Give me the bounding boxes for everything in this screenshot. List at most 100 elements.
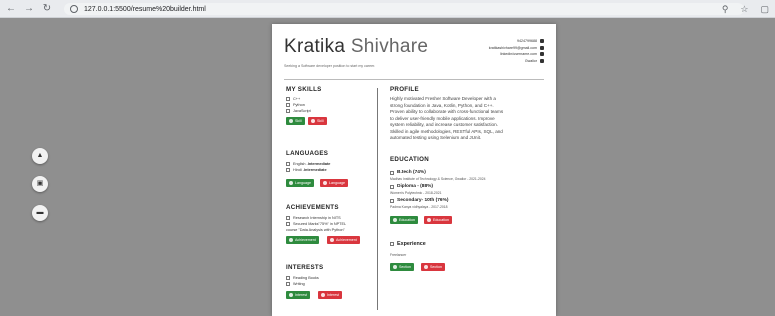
degree-text[interactable]: B.tech (74%) <box>397 170 426 175</box>
plus-icon <box>393 218 397 222</box>
contact-location: Gwalior <box>489 58 544 65</box>
save-icon[interactable]: ▣ <box>32 176 48 192</box>
extensions-icon[interactable]: ▢ <box>760 3 769 15</box>
education-detail[interactable]: Madhav Institute of Technology & Science… <box>390 177 486 181</box>
resume-header: Kratika Shivhare Seeking a Software deve… <box>284 34 544 80</box>
plus-icon <box>289 238 293 242</box>
education-degree: Diploma - (88%) <box>390 184 433 189</box>
browser-toolbar: ← → ↻ 127.0.0.1:5500/resume%20builder.ht… <box>0 0 775 18</box>
languages-title: LANGUAGES <box>286 150 329 157</box>
print-icon[interactable]: ▬ <box>32 205 48 221</box>
add-achievement-button[interactable]: Achievement <box>286 236 319 244</box>
checkbox[interactable] <box>286 222 290 226</box>
checkbox[interactable] <box>286 216 290 220</box>
language-item: English - Intermediate <box>286 162 330 166</box>
tagline[interactable]: Seeking a Software developer position to… <box>284 64 375 68</box>
add-education-button[interactable]: Education <box>390 216 418 224</box>
minus-icon <box>330 238 334 242</box>
education-title: EDUCATION <box>390 156 430 163</box>
degree-text[interactable]: Diploma - (88%) <box>397 184 433 189</box>
achievement-text[interactable]: Secured Marks"75%" in NPTEL <box>293 222 346 226</box>
education-detail[interactable]: Padma Kanya vidhyalaya - 2017-2018 <box>390 205 448 209</box>
achievement-text[interactable]: course "Data Analysis with Python" <box>286 228 345 232</box>
button-label: Education <box>433 218 449 222</box>
interest-text[interactable]: Writing <box>293 282 305 286</box>
skill-text[interactable]: JavaScript <box>293 109 311 113</box>
checkbox[interactable] <box>390 184 394 189</box>
phone-text[interactable]: 9424799688 <box>517 39 537 43</box>
add-interest-button[interactable]: Interest <box>286 291 310 299</box>
plus-icon <box>289 181 293 185</box>
address-bar[interactable]: 127.0.0.1:5500/resume%20builder.html <box>64 3 744 15</box>
checkbox[interactable] <box>286 276 290 280</box>
skill-item: JavaScript <box>286 109 311 113</box>
skill-text[interactable]: C++ <box>293 97 300 101</box>
language-level[interactable]: Intermediate <box>304 168 327 172</box>
minus-icon <box>321 293 325 297</box>
remove-section-button[interactable]: Section <box>421 263 445 271</box>
site-info-icon[interactable] <box>70 5 78 13</box>
education-detail[interactable]: Women's Polytechnic - 2018-2021 <box>390 191 441 195</box>
button-label: Skill <box>317 119 324 123</box>
reload-icon[interactable]: ↻ <box>40 2 54 16</box>
achievement-item: Secured Marks"75%" in NPTEL <box>286 222 346 226</box>
contact-phone: 9424799688 <box>489 38 544 45</box>
language-name[interactable]: Hindi - <box>293 168 304 172</box>
degree-text[interactable]: Secondary- 10th (76%) <box>397 198 448 203</box>
location-text[interactable]: Gwalior <box>525 59 537 63</box>
back-icon[interactable]: ← <box>4 2 18 16</box>
mail-icon <box>540 45 544 50</box>
skills-title: MY SKILLS <box>286 86 322 93</box>
contact-linkedin: linkedin/username.com <box>489 51 544 58</box>
button-label: Section <box>399 265 411 269</box>
location-pin-icon <box>540 58 544 63</box>
language-item: Hindi - Intermediate <box>286 168 327 172</box>
interest-text[interactable]: Reading Books <box>293 276 319 280</box>
checkbox[interactable] <box>390 170 394 175</box>
url-text: 127.0.0.1:5500/resume%20builder.html <box>84 5 206 13</box>
achievement-item-cont: course "Data Analysis with Python" <box>286 228 345 232</box>
checkbox[interactable] <box>390 198 394 203</box>
checkbox[interactable] <box>286 103 290 107</box>
button-label: Education <box>399 218 415 222</box>
checkbox[interactable] <box>286 109 290 113</box>
achievement-text[interactable]: Research Internship in NITS <box>293 216 341 220</box>
checkbox[interactable] <box>286 168 290 172</box>
button-label: Skill <box>295 119 302 123</box>
add-language-button[interactable]: Language <box>286 179 314 187</box>
add-section-button[interactable]: Section <box>390 263 414 271</box>
checkbox[interactable] <box>286 162 290 166</box>
experience-detail[interactable]: Freelancer <box>390 253 406 257</box>
profile-text[interactable]: Highly motivated Fresher Software Develo… <box>390 96 546 142</box>
forward-icon[interactable]: → <box>22 2 36 16</box>
zoom-icon[interactable]: ⚲ <box>722 3 729 15</box>
button-label: Language <box>295 181 311 185</box>
remove-language-button[interactable]: Language <box>320 179 348 187</box>
minus-icon <box>424 265 428 269</box>
add-skill-button[interactable]: Skill <box>286 117 305 125</box>
education-degree: Secondary- 10th (76%) <box>390 198 448 203</box>
remove-skill-button[interactable]: Skill <box>308 117 327 125</box>
remove-interest-button[interactable]: Interest <box>318 291 342 299</box>
minus-icon <box>323 181 327 185</box>
language-level[interactable]: Intermediate <box>308 162 331 166</box>
first-name[interactable]: Kratika <box>284 36 345 57</box>
checkbox[interactable] <box>286 97 290 101</box>
skill-text[interactable]: Python <box>293 103 305 107</box>
checkbox[interactable] <box>286 282 290 286</box>
plus-icon <box>393 265 397 269</box>
full-name: Kratika Shivhare <box>284 36 428 58</box>
phone-icon <box>540 39 544 44</box>
plus-icon <box>289 119 293 123</box>
experience-text[interactable]: Experience <box>397 241 426 247</box>
linkedin-text[interactable]: linkedin/username.com <box>500 52 537 56</box>
language-name[interactable]: English - <box>293 162 308 166</box>
remove-achievement-button[interactable]: Achievement <box>327 236 360 244</box>
email-text[interactable]: kratikashivhare99@gmail.com <box>489 46 537 50</box>
bookmark-star-icon[interactable]: ☆ <box>740 3 748 15</box>
upload-icon[interactable]: ▲ <box>32 148 48 164</box>
last-name[interactable]: Shivhare <box>351 36 428 57</box>
button-label: Interest <box>295 293 307 297</box>
remove-education-button[interactable]: Education <box>424 216 452 224</box>
checkbox[interactable] <box>390 242 394 246</box>
